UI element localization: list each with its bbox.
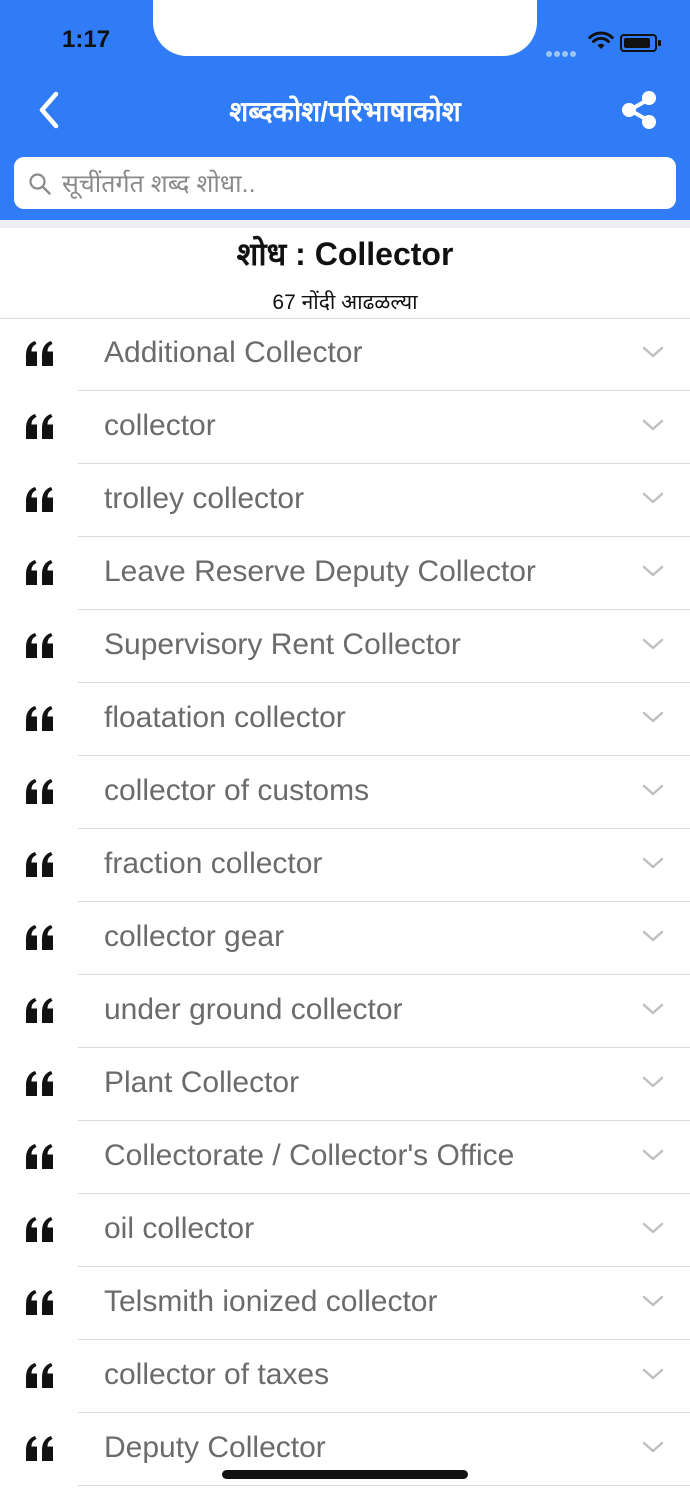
list-item-term: Collectorate / Collector's Office: [104, 1139, 515, 1172]
chevron-down-icon[interactable]: [641, 855, 665, 871]
results-list: Additional Collector collector trolley col…: [0, 318, 690, 1486]
chevron-down-icon[interactable]: [641, 563, 665, 579]
quote-icon: [26, 998, 53, 1023]
list-item[interactable]: collector: [0, 391, 690, 464]
list-item[interactable]: Plant Collector: [0, 1048, 690, 1121]
list-item[interactable]: oil collector: [0, 1194, 690, 1267]
list-item-term: Deputy Collector: [104, 1431, 326, 1464]
share-button[interactable]: [618, 88, 662, 132]
list-item-term: collector of customs: [104, 774, 370, 807]
chevron-down-icon[interactable]: [641, 490, 665, 506]
list-item-term: trolley collector: [104, 482, 305, 515]
wifi-icon: [588, 31, 614, 56]
search-bar[interactable]: [14, 157, 676, 211]
chevron-down-icon[interactable]: [641, 344, 665, 360]
results-count: 67 नोंदी आढळल्या: [272, 291, 418, 314]
list-item[interactable]: Leave Reserve Deputy Collector: [0, 537, 690, 610]
chevron-down-icon[interactable]: [641, 1366, 665, 1382]
page-title: शब्दकोश/परिभाषाकोश: [229, 96, 461, 127]
search-icon: [29, 173, 51, 195]
list-item[interactable]: floatation collector: [0, 683, 690, 756]
signal-icon: [546, 44, 578, 62]
quote-icon: [26, 1144, 53, 1169]
quote-icon: [26, 1217, 53, 1242]
list-item[interactable]: Telsmith ionized collector: [0, 1267, 690, 1340]
quote-icon: [26, 1071, 53, 1096]
chevron-down-icon[interactable]: [641, 1001, 665, 1017]
search-input[interactable]: [60, 157, 664, 211]
quote-icon: [26, 487, 53, 512]
status-time: 1:17: [62, 26, 111, 53]
list-item[interactable]: fraction collector: [0, 829, 690, 902]
chevron-down-icon[interactable]: [641, 417, 665, 433]
chevron-down-icon[interactable]: [641, 928, 665, 944]
list-item-term: collector gear: [104, 920, 285, 953]
quote-icon: [26, 706, 53, 731]
chevron-down-icon[interactable]: [641, 782, 665, 798]
header-divider: [0, 220, 690, 228]
quote-icon: [26, 633, 53, 658]
chevron-down-icon[interactable]: [641, 1074, 665, 1090]
chevron-down-icon[interactable]: [641, 1439, 665, 1455]
quote-icon: [26, 341, 53, 366]
list-item-term: Plant Collector: [104, 1066, 300, 1099]
quote-icon: [26, 560, 53, 585]
list-item[interactable]: under ground collector: [0, 975, 690, 1048]
list-item[interactable]: collector gear: [0, 902, 690, 975]
row-divider: [78, 1485, 690, 1486]
list-item-term: collector of taxes: [104, 1358, 330, 1391]
list-item-term: Telsmith ionized collector: [104, 1285, 438, 1318]
quote-icon: [26, 1363, 53, 1388]
list-item-term: under ground collector: [104, 993, 403, 1026]
quote-icon: [26, 852, 53, 877]
list-item-term: fraction collector: [104, 847, 323, 880]
status-indicators: [530, 28, 661, 57]
quote-icon: [26, 1290, 53, 1315]
list-item[interactable]: collector of taxes: [0, 1340, 690, 1413]
list-item-term: collector: [104, 409, 216, 442]
device-notch: [153, 0, 537, 56]
battery-icon: [620, 34, 661, 52]
chevron-left-icon: [39, 91, 59, 129]
list-item[interactable]: collector of customs: [0, 756, 690, 829]
list-item-term: floatation collector: [104, 701, 346, 734]
quote-icon: [26, 1436, 53, 1461]
chevron-down-icon[interactable]: [641, 709, 665, 725]
quote-icon: [26, 779, 53, 804]
list-item-term: Supervisory Rent Collector: [104, 628, 461, 661]
header-bar: 1:17 शब्दकोश/परिभाषाकोश: [0, 0, 690, 220]
chevron-down-icon[interactable]: [641, 1220, 665, 1236]
list-item[interactable]: Collectorate / Collector's Office: [0, 1121, 690, 1194]
quote-icon: [26, 414, 53, 439]
chevron-down-icon[interactable]: [641, 1147, 665, 1163]
share-icon: [622, 91, 656, 129]
home-indicator: [222, 1470, 468, 1479]
list-item[interactable]: Additional Collector: [0, 318, 690, 391]
list-item[interactable]: trolley collector: [0, 464, 690, 537]
list-item[interactable]: Supervisory Rent Collector: [0, 610, 690, 683]
list-item-term: oil collector: [104, 1212, 255, 1245]
chevron-down-icon[interactable]: [641, 636, 665, 652]
list-item-term: Leave Reserve Deputy Collector: [104, 555, 536, 588]
chevron-down-icon[interactable]: [641, 1293, 665, 1309]
results-title: शोध : Collector: [236, 236, 454, 272]
quote-icon: [26, 925, 53, 950]
back-button[interactable]: [30, 88, 70, 132]
list-item-term: Additional Collector: [104, 336, 363, 369]
